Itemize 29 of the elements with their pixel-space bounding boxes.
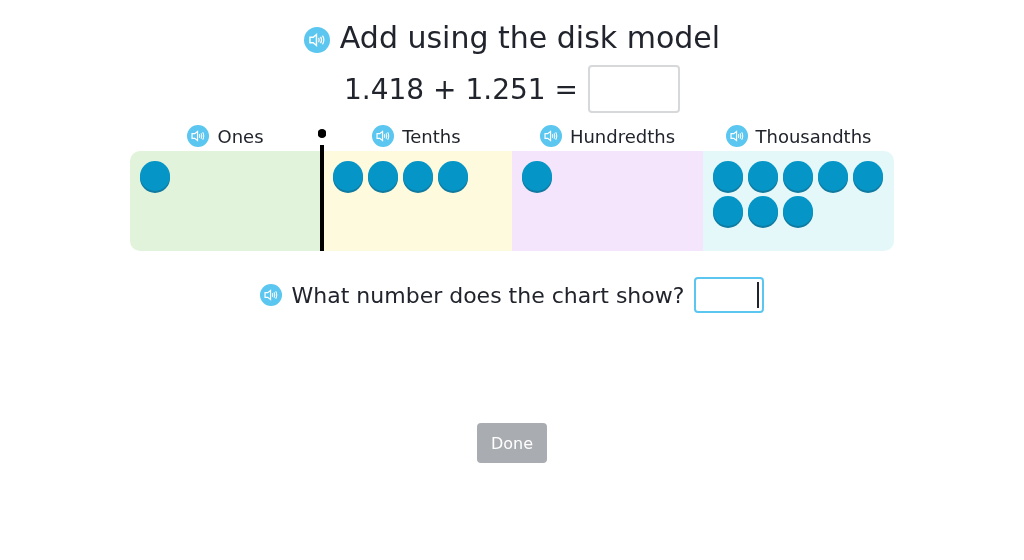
disk <box>368 161 398 191</box>
speaker-icon[interactable] <box>303 24 330 51</box>
disk <box>748 161 778 191</box>
disk <box>403 161 433 191</box>
answer-field[interactable] <box>587 65 680 113</box>
disk <box>748 196 778 226</box>
place-value-label: Hundredths <box>569 125 676 147</box>
speaker-icon[interactable] <box>539 125 562 147</box>
disk <box>713 196 743 226</box>
answer-field[interactable] <box>694 277 765 313</box>
disk <box>333 161 363 191</box>
speaker-icon[interactable] <box>187 125 210 147</box>
disk <box>783 161 813 191</box>
disk <box>818 161 848 191</box>
disk <box>140 161 170 191</box>
place-value-label: Tenths <box>402 125 461 147</box>
activity-title: Add using the disk model <box>339 20 721 55</box>
place-value-label: Thousandths <box>755 125 872 147</box>
question-text: What number does the chart show? <box>291 282 685 308</box>
equation: 1.418 + 1.251 = <box>344 72 578 106</box>
disk <box>853 161 883 191</box>
speaker-icon[interactable] <box>725 125 748 147</box>
speaker-icon[interactable] <box>259 284 282 306</box>
speaker-icon[interactable] <box>372 125 395 147</box>
disk <box>713 161 743 191</box>
place-value-label: Ones <box>217 125 264 147</box>
disk <box>522 161 552 191</box>
disk <box>438 161 468 191</box>
disk <box>783 196 813 226</box>
